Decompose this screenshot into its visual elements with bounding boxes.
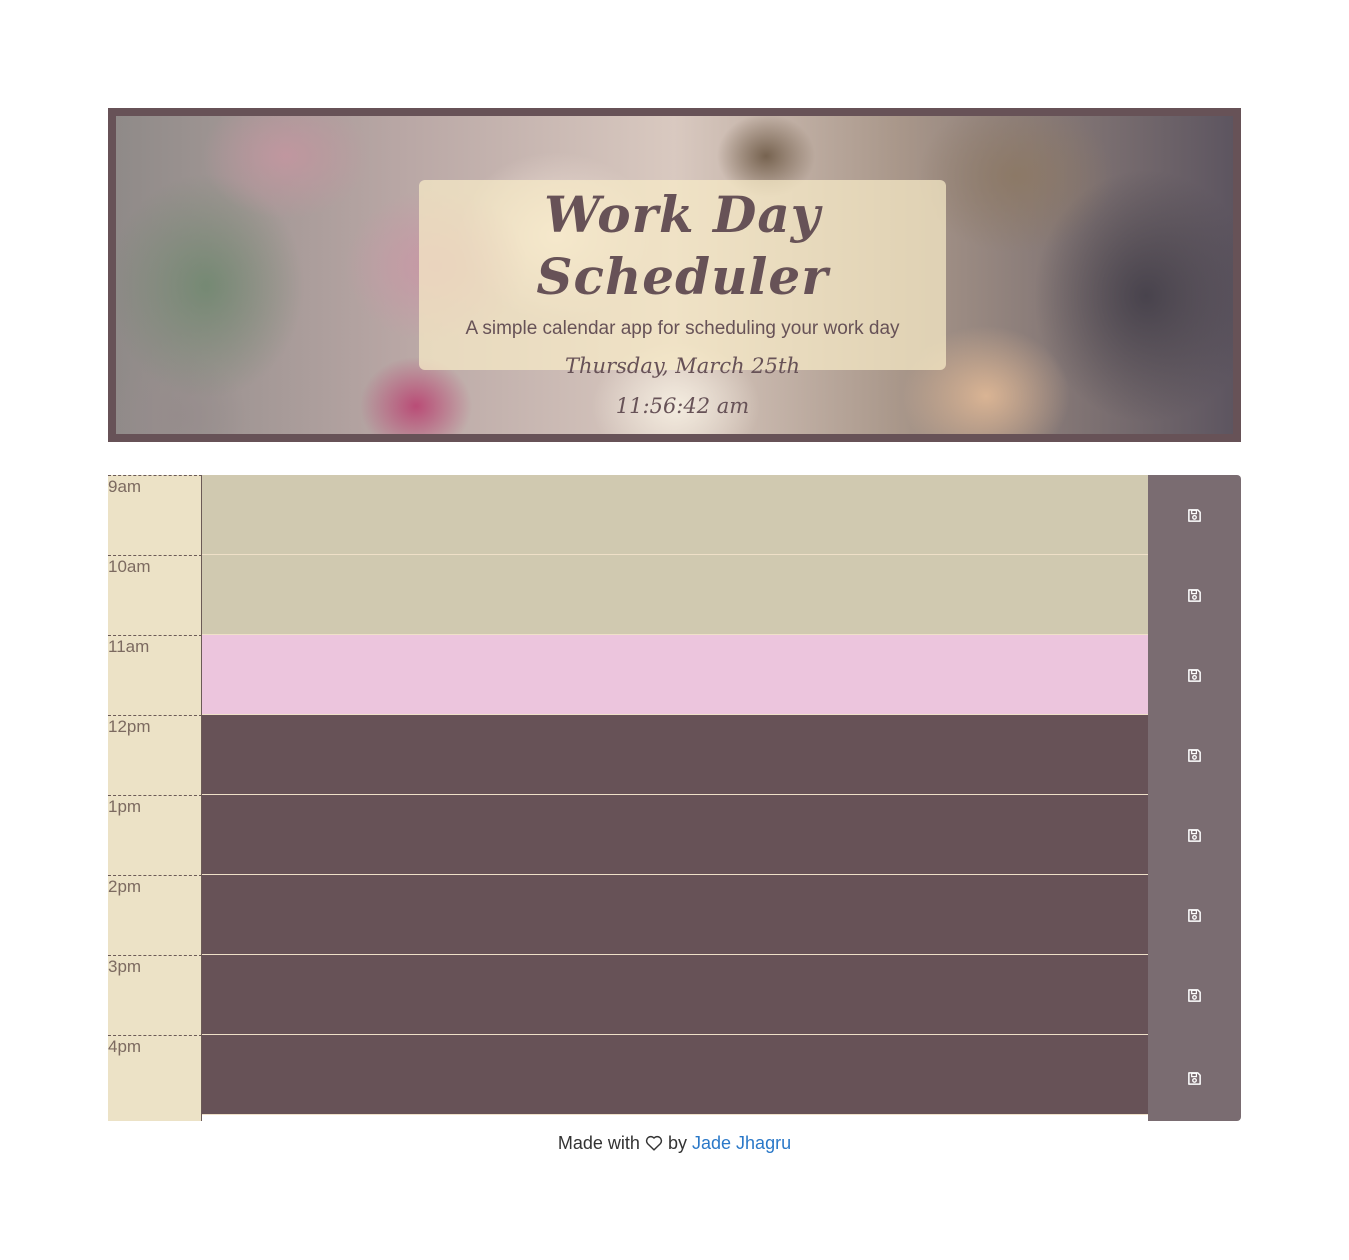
event-description-input[interactable] xyxy=(202,795,1148,875)
hour-label: 9am xyxy=(108,475,202,555)
current-day: Thursday, March 25th xyxy=(565,354,800,378)
hour-label: 12pm xyxy=(108,715,202,795)
hour-label: 4pm xyxy=(108,1035,202,1121)
hour-label: 2pm xyxy=(108,875,202,955)
time-block-schedule: 9am 10am 11am 12pm 1pm 2pm 3pm 4pm xyxy=(108,475,1241,1121)
hour-label: 1pm xyxy=(108,795,202,875)
event-description-input[interactable] xyxy=(202,555,1148,635)
save-button[interactable] xyxy=(1148,1035,1241,1121)
event-description-input[interactable] xyxy=(202,875,1148,955)
header-banner: Work Day Scheduler A simple calendar app… xyxy=(108,108,1241,442)
hour-label: 11am xyxy=(108,635,202,715)
save-button[interactable] xyxy=(1148,555,1241,635)
save-icon xyxy=(1187,1071,1202,1086)
current-time: 11:56:42 am xyxy=(615,394,750,418)
page-subtitle: A simple calendar app for scheduling you… xyxy=(465,318,900,339)
author-link[interactable]: Jade Jhagru xyxy=(692,1133,791,1153)
save-icon xyxy=(1187,748,1202,763)
event-description-input[interactable] xyxy=(202,715,1148,795)
time-block-row: 4pm xyxy=(108,1035,1241,1121)
save-icon xyxy=(1187,588,1202,603)
footer: Made with by Jade Jhagru xyxy=(0,1131,1349,1155)
hour-label: 3pm xyxy=(108,955,202,1035)
event-description-input[interactable] xyxy=(202,955,1148,1035)
save-button[interactable] xyxy=(1148,955,1241,1035)
save-icon xyxy=(1187,908,1202,923)
time-block-row: 9am xyxy=(108,475,1241,555)
time-block-row: 2pm xyxy=(108,875,1241,955)
save-button[interactable] xyxy=(1148,875,1241,955)
save-icon xyxy=(1187,828,1202,843)
save-button[interactable] xyxy=(1148,635,1241,715)
time-block-row: 1pm xyxy=(108,795,1241,875)
floral-background-image: Work Day Scheduler A simple calendar app… xyxy=(116,116,1233,434)
save-button[interactable] xyxy=(1148,795,1241,875)
footer-by: by xyxy=(667,1133,687,1153)
page-title: Work Day Scheduler xyxy=(536,185,829,306)
heart-icon xyxy=(645,1133,663,1151)
save-icon xyxy=(1187,508,1202,523)
save-button[interactable] xyxy=(1148,475,1241,555)
time-block-row: 3pm xyxy=(108,955,1241,1035)
footer-made-with: Made with xyxy=(557,1133,640,1153)
header-card: Work Day Scheduler A simple calendar app… xyxy=(419,180,946,418)
event-description-input[interactable] xyxy=(202,1035,1148,1115)
save-icon xyxy=(1187,988,1202,1003)
save-icon xyxy=(1187,668,1202,683)
hour-label: 10am xyxy=(108,555,202,635)
time-block-row: 10am xyxy=(108,555,1241,635)
time-block-row: 11am xyxy=(108,635,1241,715)
time-block-row: 12pm xyxy=(108,715,1241,795)
event-description-input[interactable] xyxy=(202,635,1148,715)
event-description-input[interactable] xyxy=(202,475,1148,555)
save-button[interactable] xyxy=(1148,715,1241,795)
